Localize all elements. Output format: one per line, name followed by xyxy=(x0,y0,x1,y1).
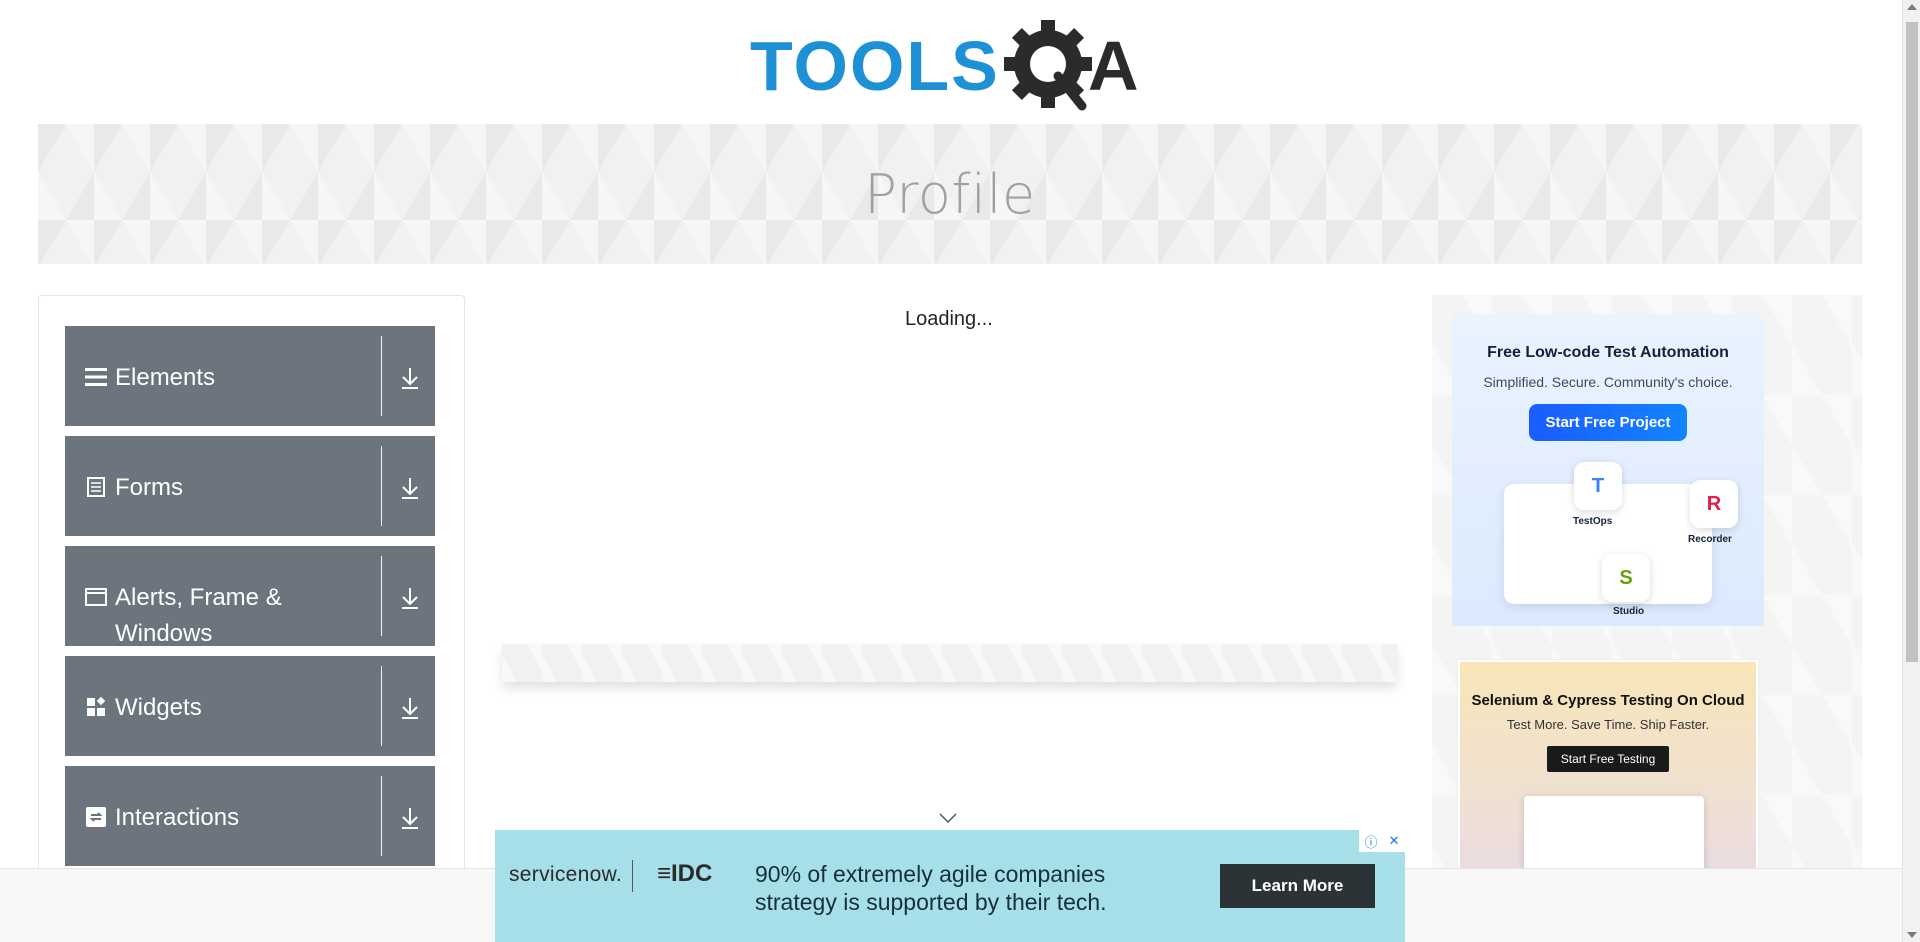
recorder-caption: Recorder xyxy=(1688,534,1732,545)
page-banner: Profile xyxy=(38,124,1862,264)
close-icon[interactable]: ✕ xyxy=(1389,833,1400,849)
scrollbar-thumb[interactable] xyxy=(1906,22,1918,662)
ad-subtitle: Test More. Save Time. Ship Faster. xyxy=(1506,717,1710,732)
group-interactions[interactable]: Interactions xyxy=(65,766,435,866)
divider xyxy=(381,776,382,856)
scroll-down-icon[interactable] xyxy=(1907,932,1917,938)
toolsqa-logo[interactable]: TOOLS A xyxy=(750,18,1155,114)
left-panel: Elements Forms Alerts, Frame & Windows W… xyxy=(38,295,465,942)
ad-low-code-automation[interactable]: Free Low-code Test Automation Simplified… xyxy=(1452,314,1764,626)
loading-text: Loading... xyxy=(905,308,993,330)
testops-caption: TestOps xyxy=(1573,516,1613,527)
group-label: Widgets xyxy=(115,694,202,721)
start-free-project-button[interactable]: Start Free Project xyxy=(1529,404,1687,441)
group-widgets[interactable]: Widgets xyxy=(65,656,435,756)
ad-title: Free Low-code Test Automation xyxy=(1487,344,1729,361)
download-arrow-icon[interactable] xyxy=(399,476,421,500)
gear-icon xyxy=(1004,20,1092,111)
group-elements[interactable]: Elements xyxy=(65,326,435,426)
window-icon xyxy=(85,586,107,608)
studio-icon: S xyxy=(1602,554,1650,602)
divider xyxy=(381,336,382,416)
group-forms[interactable]: Forms xyxy=(65,436,435,536)
group-label: Elements xyxy=(115,364,216,391)
divider xyxy=(381,446,382,526)
ad-title: Selenium & Cypress Testing On Cloud xyxy=(1471,692,1745,709)
ad-message: 90% of extremely agile companies strateg… xyxy=(755,861,1107,915)
divider xyxy=(381,666,382,746)
download-arrow-icon[interactable] xyxy=(399,586,421,610)
hamburger-icon xyxy=(85,366,107,388)
logo-text-a: A xyxy=(1088,27,1139,105)
group-label: Interactions xyxy=(115,804,240,831)
servicenow-logo: servicenow. xyxy=(509,863,623,886)
info-icon[interactable]: ⓘ xyxy=(1365,832,1378,851)
download-arrow-icon[interactable] xyxy=(399,696,421,720)
group-label: Alerts, Frame & Windows xyxy=(115,584,282,647)
group-label: Forms xyxy=(115,474,183,501)
scrollbar[interactable] xyxy=(1902,0,1920,942)
learn-more-button[interactable]: Learn More xyxy=(1220,864,1375,908)
idc-logo: ≡IDC xyxy=(657,860,713,887)
divider xyxy=(381,556,382,636)
page-title: Profile xyxy=(864,162,1036,226)
chevron-down-icon[interactable] xyxy=(938,812,958,824)
logo-text-tools: TOOLS xyxy=(750,27,1000,105)
recorder-icon: R xyxy=(1690,480,1738,528)
download-arrow-icon[interactable] xyxy=(399,366,421,390)
group-alerts-frame-windows[interactable]: Alerts, Frame & Windows xyxy=(65,546,435,647)
studio-caption: Studio xyxy=(1613,606,1645,617)
divider xyxy=(632,860,633,892)
download-arrow-icon[interactable] xyxy=(399,806,421,830)
ad-screenshot xyxy=(1524,796,1704,876)
start-free-testing-button[interactable]: Start Free Testing xyxy=(1546,746,1670,772)
document-icon xyxy=(85,476,107,498)
testops-icon: T xyxy=(1574,462,1622,510)
bottom-ad-banner[interactable]: servicenow. ≡IDC 90% of extremely agile … xyxy=(495,830,1405,942)
ad-controls: ⓘ ✕ xyxy=(1359,830,1405,852)
ad-subtitle: Simplified. Secure. Community's choice. xyxy=(1483,374,1733,390)
content-strip xyxy=(502,644,1397,682)
interactions-icon xyxy=(85,806,107,828)
scroll-up-icon[interactable] xyxy=(1907,4,1917,10)
widgets-icon xyxy=(85,696,107,718)
